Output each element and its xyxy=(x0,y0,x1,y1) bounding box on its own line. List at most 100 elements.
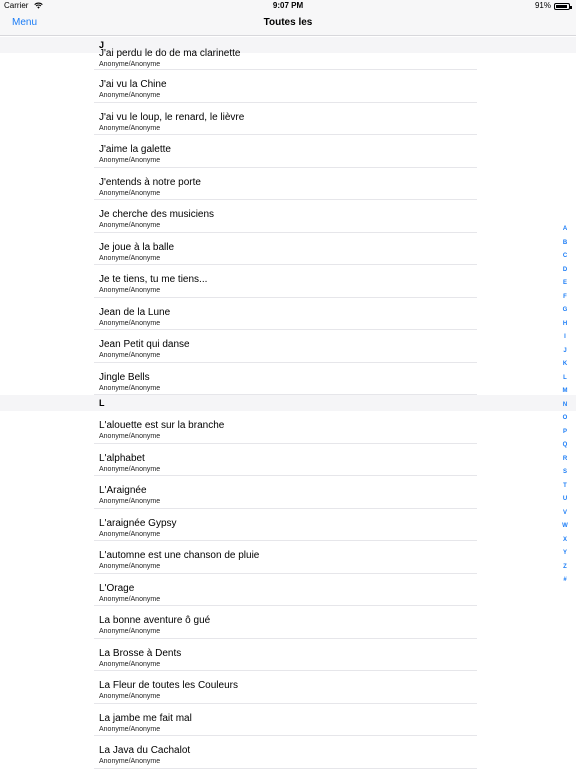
song-title: La jambe me fait mal xyxy=(99,712,192,724)
song-title: Je te tiens, tu me tiens... xyxy=(99,274,208,285)
section-header: L xyxy=(0,395,576,411)
index-letter[interactable]: H xyxy=(563,318,567,332)
song-row[interactable]: J'ai vu le loup, le renard, le lièvre Ano… xyxy=(0,103,576,135)
section-index[interactable]: A B C D E F G H I J K L M N O P Q R S T U V W X Y Z # xyxy=(560,223,570,588)
song-row[interactable]: L'Araignée Anonyme/Anonyme xyxy=(0,476,576,509)
index-letter[interactable]: R xyxy=(563,453,567,467)
index-letter[interactable]: L xyxy=(563,372,567,386)
section-header: J xyxy=(0,37,576,53)
song-author: Anonyme/Anonyme xyxy=(99,287,161,294)
song-row[interactable]: Je joue à la balle Anonyme/Anonyme xyxy=(0,233,576,265)
song-author: Anonyme/Anonyme xyxy=(99,189,161,197)
song-title: Je cherche des musiciens xyxy=(99,209,215,220)
song-author: Anonyme/Anonyme xyxy=(99,530,161,538)
index-letter[interactable]: U xyxy=(563,493,567,507)
song-row[interactable]: La Brosse à Dents Anonyme/Anonyme xyxy=(0,639,576,671)
song-title: J'ai perdu le do de ma clarinette xyxy=(99,48,241,59)
index-letter[interactable]: I xyxy=(564,331,566,345)
index-letter[interactable]: F xyxy=(563,291,567,305)
index-letter[interactable]: W xyxy=(562,520,568,534)
song-row[interactable]: L'automne est une chanson de pluie Anonym… xyxy=(0,541,576,574)
index-letter[interactable]: A xyxy=(563,223,567,237)
song-row[interactable]: J'ai perdu le do de ma clarinette Anonyme… xyxy=(0,48,576,70)
song-row[interactable]: La bonne aventure ô gué Anonyme/Anonyme xyxy=(0,606,576,639)
song-author: Anonyme/Anonyme xyxy=(99,595,161,603)
song-title: Jean de la Lune xyxy=(99,306,171,318)
song-title: La Fleur de toutes les Couleurs xyxy=(99,680,238,691)
song-title: Je joue à la balle xyxy=(99,241,175,253)
index-letter[interactable]: D xyxy=(563,264,567,278)
status-bar: Carrier 9:07 PM 91% xyxy=(0,0,576,12)
song-author: Anonyme/Anonyme xyxy=(99,61,161,68)
index-letter[interactable]: K xyxy=(563,358,567,372)
index-letter[interactable]: M xyxy=(563,385,568,399)
index-letter[interactable]: V xyxy=(563,507,567,521)
song-author: Anonyme/Anonyme xyxy=(99,157,161,164)
song-row[interactable]: Je te tiens, tu me tiens... Anonyme/Anony… xyxy=(0,265,576,298)
song-row[interactable]: Jingle Bells Anonyme/Anonyme xyxy=(0,363,576,395)
index-letter[interactable]: Q xyxy=(563,439,568,453)
song-row[interactable]: Jean Petit qui danse Anonyme/Anonyme xyxy=(0,330,576,363)
song-row[interactable]: L'alphabet Anonyme/Anonyme xyxy=(0,444,576,476)
song-row[interactable]: J'ai vu la Chine Anonyme/Anonyme xyxy=(0,70,576,103)
song-title: L'Orage xyxy=(99,582,135,594)
index-letter[interactable]: X xyxy=(563,534,567,548)
song-title: La Java du Cachalot xyxy=(99,745,191,756)
index-letter[interactable]: C xyxy=(563,250,567,264)
battery-status: 91% xyxy=(534,0,572,12)
index-letter[interactable]: T xyxy=(563,480,567,494)
song-author: Anonyme/Anonyme xyxy=(99,465,161,473)
song-title: J'ai vu le loup, le renard, le lièvre xyxy=(99,111,245,123)
index-letter[interactable]: N xyxy=(563,399,567,413)
song-author: Anonyme/Anonyme xyxy=(99,563,161,570)
song-author: Anonyme/Anonyme xyxy=(99,124,161,132)
song-title: J'entends à notre porte xyxy=(99,176,201,188)
song-title: L'araignée Gypsy xyxy=(99,517,177,529)
song-row[interactable]: J'aime la galette Anonyme/Anonyme xyxy=(0,135,576,168)
song-title: L'alouette est sur la branche xyxy=(99,420,225,431)
navigation-bar: Menu Toutes les xyxy=(0,12,576,36)
song-author: Anonyme/Anonyme xyxy=(99,628,161,635)
song-author: Anonyme/Anonyme xyxy=(99,352,161,359)
index-letter[interactable]: # xyxy=(563,574,566,588)
page-title: Toutes les xyxy=(263,17,313,28)
index-letter[interactable]: P xyxy=(563,426,567,440)
index-letter[interactable]: G xyxy=(563,304,568,318)
song-row[interactable]: L'Orage Anonyme/Anonyme xyxy=(0,574,576,606)
index-letter[interactable]: E xyxy=(563,277,567,291)
index-letter[interactable]: S xyxy=(563,466,567,480)
song-author: Anonyme/Anonyme xyxy=(99,254,161,262)
song-row[interactable]: La Fleur de toutes les Couleurs Anonyme/A… xyxy=(0,671,576,704)
song-row[interactable]: Je cherche des musiciens Anonyme/Anonyme xyxy=(0,200,576,233)
index-letter[interactable]: Z xyxy=(563,561,567,575)
song-author: Anonyme/Anonyme xyxy=(99,92,161,99)
song-author: Anonyme/Anonyme xyxy=(99,319,161,327)
song-author: Anonyme/Anonyme xyxy=(99,384,161,392)
index-letter[interactable]: B xyxy=(563,237,567,251)
index-letter[interactable]: Y xyxy=(563,547,567,561)
song-row[interactable]: L'araignée Gypsy Anonyme/Anonyme xyxy=(0,509,576,541)
song-author: Anonyme/Anonyme xyxy=(99,498,161,505)
song-title: Jingle Bells xyxy=(99,371,150,383)
song-author: Anonyme/Anonyme xyxy=(99,758,161,765)
song-title: L'automne est une chanson de pluie xyxy=(99,550,260,561)
index-letter[interactable]: O xyxy=(563,412,568,426)
song-row[interactable]: L'alouette est sur la branche Anonyme/Ano… xyxy=(0,411,576,444)
song-row[interactable]: La Java du Cachalot Anonyme/Anonyme xyxy=(0,736,576,769)
battery-percent: 91% xyxy=(534,1,551,10)
song-title: Jean Petit qui danse xyxy=(99,339,190,350)
song-title: La Brosse à Dents xyxy=(99,647,182,659)
index-letter[interactable]: J xyxy=(563,345,566,359)
song-author: Anonyme/Anonyme xyxy=(99,660,161,668)
song-author: Anonyme/Anonyme xyxy=(99,222,161,229)
song-title: L'Araignée xyxy=(99,485,147,496)
song-title: L'alphabet xyxy=(99,452,145,464)
song-list[interactable]: J J'ai perdu le do de ma clarinette Anonym… xyxy=(0,37,576,769)
song-row[interactable]: Jean de la Lune Anonyme/Anonyme xyxy=(0,298,576,330)
song-title: J'aime la galette xyxy=(99,144,171,155)
song-author: Anonyme/Anonyme xyxy=(99,725,161,733)
battery-icon xyxy=(554,2,572,10)
song-row[interactable]: J'entends à notre porte Anonyme/Anonyme xyxy=(0,168,576,200)
song-row[interactable]: La jambe me fait mal Anonyme/Anonyme xyxy=(0,704,576,736)
song-title: La bonne aventure ô gué xyxy=(99,615,211,626)
